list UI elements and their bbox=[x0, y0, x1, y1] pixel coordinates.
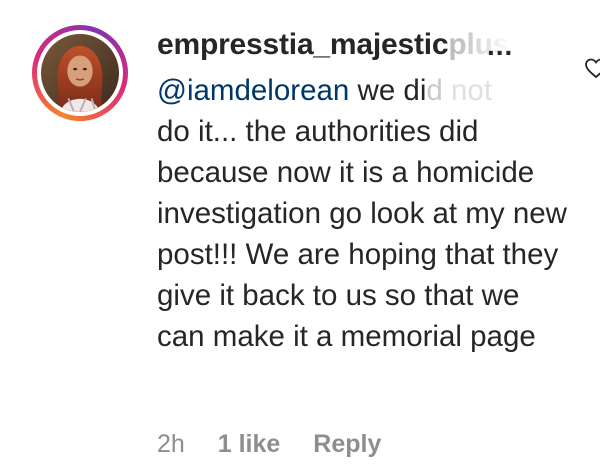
truncation-dots: ... bbox=[487, 30, 514, 61]
reply-button[interactable]: Reply bbox=[313, 430, 381, 458]
comment-meta: 2h 1 like Reply bbox=[157, 430, 407, 459]
mention-link[interactable]: @iamdelorean bbox=[157, 74, 349, 107]
avatar[interactable] bbox=[41, 34, 119, 112]
story-ring[interactable] bbox=[32, 25, 128, 121]
comment-text-rest: do it... the authorities did because now… bbox=[157, 115, 567, 353]
comment-text: @iamdelorean we did not do it... the auth… bbox=[157, 74, 567, 353]
avatar-frame bbox=[37, 30, 123, 116]
username-row: empresstia_majesticplus ... bbox=[157, 28, 567, 70]
comment-item: empresstia_majesticplus ... @iamdelorean… bbox=[0, 0, 600, 476]
timestamp: 2h bbox=[157, 430, 185, 458]
comment-body: empresstia_majesticplus ... @iamdelorean… bbox=[157, 28, 567, 357]
like-count[interactable]: 1 like bbox=[218, 430, 281, 458]
heart-icon[interactable] bbox=[584, 56, 600, 80]
